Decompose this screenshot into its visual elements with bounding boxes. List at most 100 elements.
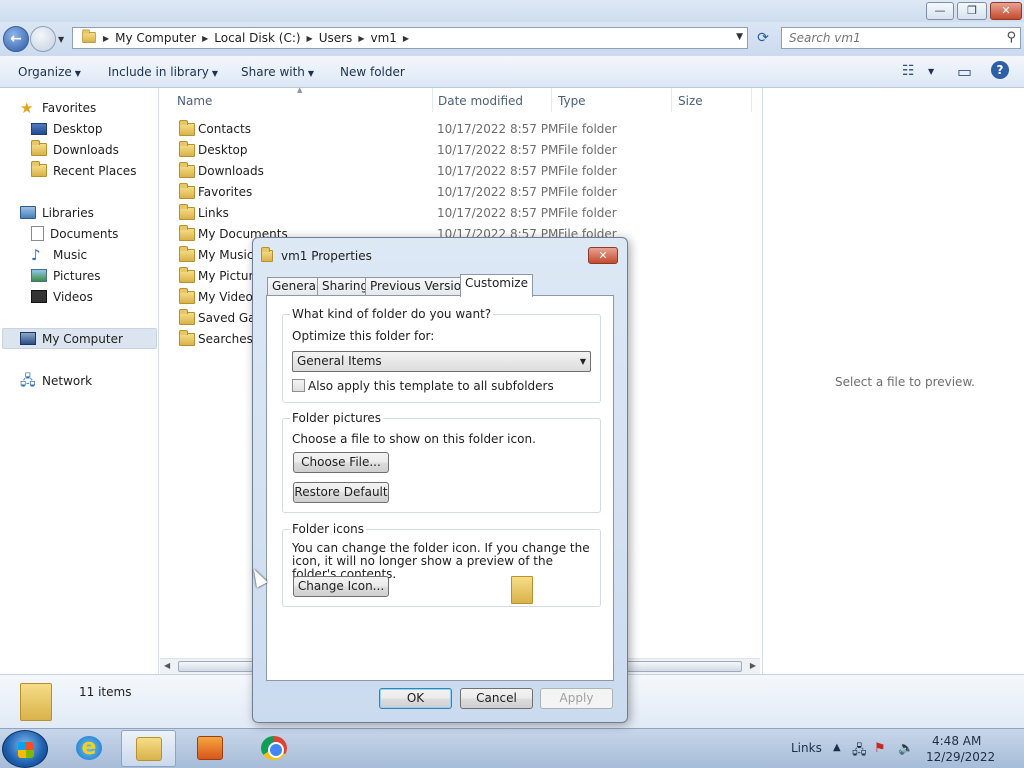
crumb-local-disk[interactable]: Local Disk (C:) xyxy=(214,31,300,45)
chevron-right-icon[interactable]: ▶ xyxy=(103,34,109,43)
column-header-date[interactable]: Date modified xyxy=(438,94,523,108)
address-dropdown-icon[interactable]: ▼ xyxy=(736,32,743,42)
cancel-button[interactable]: Cancel xyxy=(460,688,533,709)
nav-pictures[interactable]: Pictures xyxy=(31,265,101,286)
nav-recent-places[interactable]: Recent Places xyxy=(31,160,136,181)
nav-downloads[interactable]: Downloads xyxy=(31,139,119,160)
nav-libraries[interactable]: Libraries xyxy=(20,202,94,223)
organize-button[interactable]: Organize ▼ xyxy=(18,65,81,79)
view-options-icon[interactable]: ☷ xyxy=(902,63,915,79)
view-dropdown-icon[interactable]: ▼ xyxy=(928,67,934,76)
optimize-select[interactable]: General Items ▼ xyxy=(292,351,591,372)
crumb-my-computer[interactable]: My Computer xyxy=(115,31,196,45)
file-name: My Music xyxy=(198,248,254,262)
column-header-type[interactable]: Type xyxy=(558,94,586,108)
search-box[interactable]: ⚲ xyxy=(781,27,1021,49)
chevron-right-icon[interactable]: ▶ xyxy=(307,34,313,43)
file-row[interactable]: Links 10/17/2022 8:57 PM File folder xyxy=(176,203,756,224)
back-button[interactable]: ← xyxy=(3,26,29,52)
column-divider[interactable] xyxy=(432,88,433,112)
tab-general[interactable]: General xyxy=(267,277,325,296)
file-name: Contacts xyxy=(198,122,251,136)
restore-default-button[interactable]: Restore Default xyxy=(293,482,389,503)
nav-network[interactable]: 🖧 Network xyxy=(20,370,92,391)
change-icon-button[interactable]: Change Icon... xyxy=(293,576,389,597)
nav-videos[interactable]: Videos xyxy=(31,286,93,307)
chevron-right-icon[interactable]: ▶ xyxy=(403,34,409,43)
maximize-button[interactable]: ❐ xyxy=(957,2,987,20)
crumb-users[interactable]: Users xyxy=(319,31,353,45)
volume-icon[interactable]: 🔈 xyxy=(898,741,914,756)
tab-customize[interactable]: Customize xyxy=(460,274,533,297)
apply-button[interactable]: Apply xyxy=(540,688,613,709)
action-center-icon[interactable]: ⚑ xyxy=(874,741,886,756)
file-row[interactable]: Desktop 10/17/2022 8:57 PM File folder xyxy=(176,140,756,161)
file-date: 10/17/2022 8:57 PM xyxy=(437,122,559,136)
clock-date[interactable]: 12/29/2022 xyxy=(926,750,995,764)
file-name: Searches xyxy=(198,332,253,346)
nav-label: Libraries xyxy=(42,205,94,220)
command-bar: Organize ▼ Include in library ▼ Share with… xyxy=(0,56,1024,88)
show-hidden-icons-icon[interactable]: ▲ xyxy=(833,742,841,753)
column-divider[interactable] xyxy=(551,88,552,112)
choose-file-button[interactable]: Choose File... xyxy=(293,452,389,473)
file-date: 10/17/2022 8:57 PM xyxy=(437,143,559,157)
close-button[interactable]: ✕ xyxy=(990,2,1022,20)
recent-pages-dropdown[interactable]: ▼ xyxy=(58,35,64,44)
subfolders-label[interactable]: Also apply this template to all subfolde… xyxy=(308,379,554,393)
nav-label: Videos xyxy=(53,289,93,304)
nav-desktop[interactable]: Desktop xyxy=(31,118,103,139)
start-button[interactable] xyxy=(2,730,48,768)
ok-button[interactable]: OK xyxy=(379,688,452,709)
new-folder-button[interactable]: New folder xyxy=(340,65,405,79)
chevron-down-icon: ▼ xyxy=(579,357,586,366)
refresh-icon[interactable]: ⟳ xyxy=(752,27,774,49)
taskbar-internet-explorer[interactable]: e xyxy=(62,730,117,767)
nav-documents[interactable]: Documents xyxy=(31,223,118,244)
nav-label: Music xyxy=(53,247,88,262)
window-titlebar: — ❐ ✕ xyxy=(0,0,1024,22)
address-bar[interactable]: ▶ My Computer ▶ Local Disk (C:) ▶ Users … xyxy=(72,27,748,49)
clock-time[interactable]: 4:48 AM xyxy=(932,734,981,748)
links-toolbar[interactable]: Links xyxy=(791,741,822,755)
folder-icon xyxy=(179,162,195,178)
nav-label: Downloads xyxy=(53,142,119,157)
taskbar-media-player[interactable] xyxy=(183,730,238,767)
network-tray-icon[interactable]: 🖧 xyxy=(852,741,867,763)
file-date: 10/17/2022 8:57 PM xyxy=(437,206,559,220)
search-icon[interactable]: ⚲ xyxy=(1006,30,1016,45)
dialog-close-button[interactable]: ✕ xyxy=(588,247,618,264)
taskbar-chrome[interactable] xyxy=(247,730,302,767)
column-divider[interactable] xyxy=(671,88,672,112)
search-input[interactable] xyxy=(782,28,992,48)
nav-music[interactable]: ♪ Music xyxy=(31,244,87,265)
file-row[interactable]: Contacts 10/17/2022 8:57 PM File folder xyxy=(176,119,756,140)
nav-label: Desktop xyxy=(53,121,103,136)
share-with-button[interactable]: Share with ▼ xyxy=(241,65,314,79)
recent-places-icon xyxy=(31,161,47,177)
folder-icon xyxy=(81,29,97,45)
column-header-size[interactable]: Size xyxy=(678,94,703,108)
forward-button[interactable] xyxy=(30,26,56,52)
minimize-button[interactable]: — xyxy=(926,2,954,20)
include-in-library-button[interactable]: Include in library ▼ xyxy=(108,65,218,79)
crumb-vm1[interactable]: vm1 xyxy=(370,31,396,45)
preview-pane-icon[interactable]: ▭ xyxy=(957,62,972,81)
nav-my-computer[interactable]: My Computer xyxy=(2,328,157,349)
folder-icon xyxy=(179,267,195,283)
group-label: What kind of folder do you want? xyxy=(290,307,494,321)
folder-preview-icon xyxy=(511,576,533,604)
column-header-name[interactable]: Name xyxy=(177,94,212,108)
scroll-right-icon[interactable]: ▶ xyxy=(750,661,756,670)
help-icon[interactable]: ? xyxy=(991,61,1009,79)
file-row[interactable]: Downloads 10/17/2022 8:57 PM File folder xyxy=(176,161,756,182)
scroll-left-icon[interactable]: ◀ xyxy=(164,661,170,670)
navigation-pane: ★ Favorites Desktop Downloads Recent Pla… xyxy=(0,88,159,674)
chevron-right-icon[interactable]: ▶ xyxy=(202,34,208,43)
nav-favorites[interactable]: ★ Favorites xyxy=(20,97,96,118)
subfolders-checkbox[interactable] xyxy=(292,379,305,392)
file-row[interactable]: Favorites 10/17/2022 8:57 PM File folder xyxy=(176,182,756,203)
chevron-right-icon[interactable]: ▶ xyxy=(358,34,364,43)
column-divider[interactable] xyxy=(751,88,752,112)
taskbar-windows-explorer[interactable] xyxy=(121,730,176,767)
